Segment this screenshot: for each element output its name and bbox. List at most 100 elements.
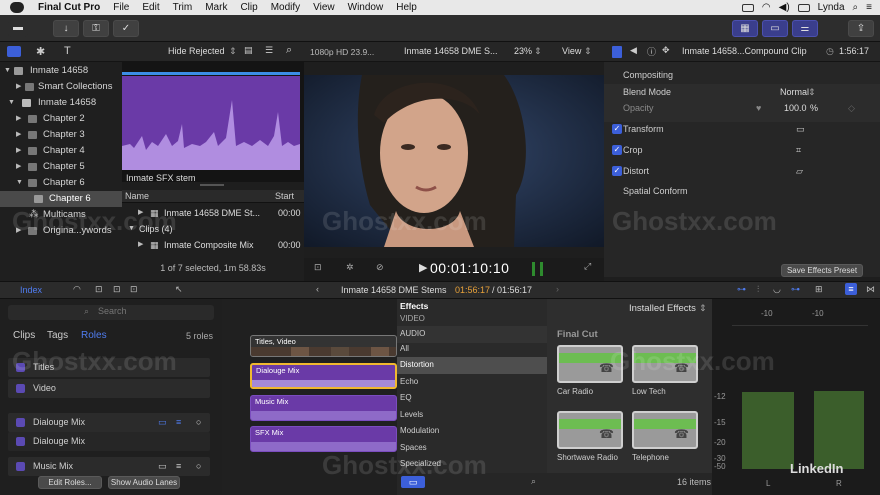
effect-thumb-car-radio[interactable]: ☎ [557,345,623,383]
spatial-conform-header[interactable]: Spatial Conform [623,182,880,200]
library-item[interactable]: ⁂ Multicams [0,207,122,223]
view-popup[interactable]: View [562,46,581,56]
crop-row[interactable]: ✓ Crop ⌗ [612,141,872,159]
search-icon[interactable]: ⌕ [853,2,859,13]
effect-thumb-low-tech[interactable]: ☎ [632,345,698,383]
library-item[interactable]: ▶ Smart Collections [0,79,122,95]
insert-icon[interactable]: ⊡ [113,284,121,295]
keyword-button[interactable]: ⚿ [83,20,109,37]
volume-icon[interactable]: ◀) [779,2,790,13]
timeline-clip-music[interactable]: Music Mix [250,395,397,421]
library-item[interactable]: ▼ Inmate 14658 [0,63,122,79]
installed-effects-popup[interactable]: Installed Effects [629,303,696,314]
wifi-icon[interactable]: ◠ [762,2,771,13]
category-eq[interactable]: EQ [397,390,547,407]
menu-list-icon[interactable]: ≡ [866,2,872,13]
crop-checkbox[interactable]: ✓ [612,145,622,155]
list-row[interactable]: ▶ ▦ Inmate Composite Mix 00:00 [122,237,304,253]
effects-search-icon[interactable]: ⌕ [531,476,536,487]
library-item[interactable]: ▼ Chapter 6 [0,175,122,191]
background-tasks-button[interactable]: ✓ [113,20,139,37]
audio-clip-thumbnail[interactable] [122,76,300,170]
solo-icon[interactable]: ⊶ [791,284,800,295]
transitions-icon[interactable]: ⋈ [866,284,875,295]
column-name[interactable]: Name [125,191,149,201]
timeline-clip-dialogue[interactable]: Dialouge Mix [250,363,397,389]
timeline-clip-titles[interactable]: Titles, Video [250,335,397,357]
video-camera-icon[interactable]: ▬ [8,20,28,37]
transform-row[interactable]: ✓ Transform ▭ [612,120,872,138]
role-row-video[interactable]: Video [8,379,210,398]
menu-app[interactable]: Final Cut Pro [38,2,100,13]
play-icon[interactable]: ▶ [419,261,427,274]
menu-mark[interactable]: Mark [205,2,227,13]
list-row[interactable]: ▶ ▦ Inmate 14658 DME St... 00:00 [122,205,304,221]
headphones-icon[interactable]: ◡ [773,284,781,295]
keyframe-icon[interactable]: ♥ [756,103,761,113]
info-icon[interactable]: ⓘ [647,45,656,58]
effect-thumb-shortwave-radio[interactable]: ☎ [557,411,623,449]
library-item[interactable]: ▶ Chapter 4 [0,143,122,159]
blend-mode-value[interactable]: Normal [780,87,809,97]
clip-appearance-icon[interactable]: ▤ [244,45,253,56]
menu-window[interactable]: Window [348,2,384,13]
transform-tool-icon[interactable]: ⊡ [314,262,322,273]
compositing-header[interactable]: Compositing [623,66,880,84]
category-spaces[interactable]: Spaces [397,440,547,457]
library-item[interactable]: ▶ Chapter 3 [0,127,122,143]
role-row-dialogue-sub[interactable]: Dialouge Mix [8,432,210,451]
effect-thumb-telephone[interactable]: ☎ [632,411,698,449]
retime-icon[interactable]: ⊘ [376,262,384,273]
screen-icon[interactable] [741,3,754,12]
category-levels[interactable]: Levels [397,407,547,424]
fullscreen-icon[interactable]: ⤢ [584,261,591,272]
share-button[interactable]: ⇪ [848,20,874,37]
category-modulation[interactable]: Modulation [397,423,547,440]
select-tool-icon[interactable]: ↖ [175,284,183,295]
library-item[interactable]: ▶ Origina...ywords [0,223,122,239]
library-item[interactable]: ▶ Chapter 5 [0,159,122,175]
effects-browser-button[interactable]: ≡ [845,283,857,295]
distort-checkbox[interactable]: ✓ [612,166,622,176]
viewer-format[interactable]: 1080p HD 23.9... [310,47,374,57]
battery-icon[interactable] [797,3,810,12]
library-item[interactable]: ▼ Inmate 14658 [0,95,122,111]
titles-icon[interactable]: T [64,45,71,57]
list-row[interactable]: ▼ Clips (4) [122,221,304,237]
back-arrow-icon[interactable]: ‹ [316,284,319,294]
libraries-icon[interactable] [7,46,21,57]
share-inspector-icon[interactable]: ✥ [662,45,670,56]
timeline-area[interactable]: Titles, Video Dialouge Mix Music Mix SFX… [222,299,397,495]
forward-arrow-icon[interactable]: › [556,284,559,294]
show-inspector-button[interactable]: ⚌ [792,20,818,37]
menu-file[interactable]: File [113,2,129,13]
connect-icon[interactable]: ⊡ [95,284,103,295]
zoom-popup[interactable]: 23% [514,46,532,56]
import-button[interactable]: ↓ [53,20,79,37]
index-button[interactable]: Index [20,285,42,295]
tab-clips[interactable]: Clips [13,330,35,341]
category-specialized[interactable]: Specialized [397,456,547,473]
append-icon[interactable]: ⊡ [130,284,138,295]
photos-icon[interactable]: ✱ [36,45,45,58]
menu-view[interactable]: View [313,2,335,13]
library-item[interactable]: ▶ Chapter 2 [0,111,122,127]
library-item-selected[interactable]: Chapter 6 [0,191,122,207]
column-start[interactable]: Start [275,191,294,201]
tab-roles[interactable]: Roles [81,330,107,341]
opacity-value[interactable]: 100.0 [784,103,807,113]
reset-icon[interactable]: ◇ [848,103,855,114]
index-search-field[interactable]: ⌕ [8,305,214,320]
menu-edit[interactable]: Edit [142,2,159,13]
show-browser-button[interactable]: ▦ [732,20,758,37]
sidebar-toggle-icon[interactable]: ▭ [401,476,425,488]
show-timeline-button[interactable]: ▭ [762,20,788,37]
role-row-dialogue[interactable]: Dialouge Mix ▭ ≡ ○ [8,413,210,432]
snapping-icon[interactable]: ⊞ [815,284,823,295]
edit-roles-button[interactable]: Edit Roles... [38,476,102,489]
enhance-icon[interactable]: ✲ [346,262,354,273]
scroll-indicator[interactable] [200,184,224,186]
category-all[interactable]: All [397,341,547,358]
category-echo[interactable]: Echo [397,374,547,391]
audio-skimming-icon[interactable]: ◠ [73,284,81,295]
